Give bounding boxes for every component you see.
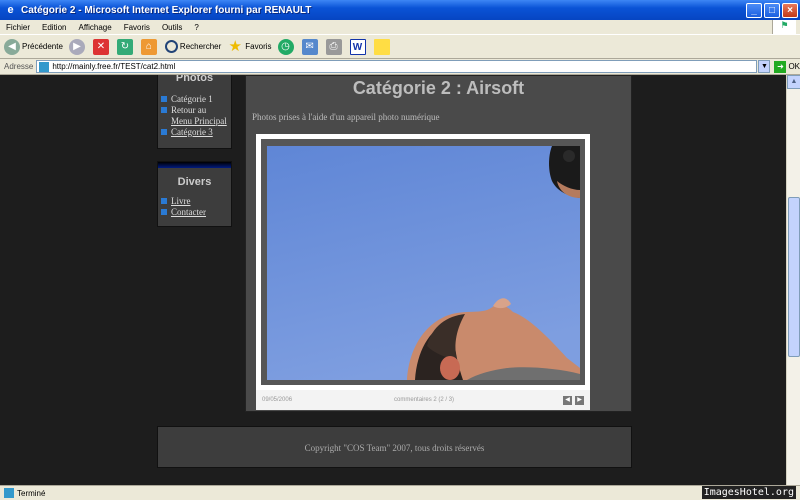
go-label: OK	[788, 62, 800, 71]
mail-icon: ✉	[301, 38, 318, 55]
back-label: Précédente	[22, 42, 63, 51]
browser-window: e Catégorie 2 - Microsoft Internet Explo…	[0, 0, 800, 500]
menu-help[interactable]: ?	[194, 23, 198, 32]
back-button[interactable]: ◀ Précédente	[4, 37, 63, 57]
window-title: Catégorie 2 - Microsoft Internet Explore…	[21, 4, 312, 16]
nav-item-categorie-3[interactable]: Catégorie 3	[161, 127, 231, 138]
history-icon: ◷	[277, 38, 294, 55]
status-text: Terminé	[17, 488, 46, 498]
menu-fichier[interactable]: Fichier	[6, 23, 30, 32]
favorites-button[interactable]: ★ Favoris	[227, 37, 272, 57]
refresh-icon: ↻	[116, 38, 133, 55]
refresh-button[interactable]: ↻	[116, 37, 135, 57]
stop-button[interactable]: ✕	[92, 37, 111, 57]
print-button[interactable]: ⎙	[325, 37, 344, 57]
sidebar-divers: Divers Livre Contacter	[157, 161, 232, 227]
bullet-spacer	[161, 118, 167, 124]
forward-button[interactable]: ▶	[68, 37, 87, 57]
search-icon	[164, 40, 178, 53]
home-icon: ⌂	[140, 38, 157, 55]
photo-counter: commentaires 2 (2 / 3)	[394, 397, 455, 403]
minimize-button[interactable]: _	[746, 2, 762, 18]
address-label: Adresse	[4, 62, 34, 71]
page-subtitle: Photos prises à l'aide d'un appareil pho…	[252, 112, 440, 122]
nav-item-label: Livre	[171, 196, 191, 206]
ie-logo-icon: e	[7, 3, 14, 16]
nav-item-livre[interactable]: Livre	[161, 196, 231, 207]
nav-item-contacter[interactable]: Contacter	[161, 207, 231, 218]
main-panel: Catégorie 2 : Airsoft Photos prises à l'…	[245, 75, 632, 412]
nav-item-label: Catégorie 3	[171, 127, 213, 137]
menu-edition[interactable]: Edition	[42, 23, 66, 32]
nav-item-menu-principal[interactable]: Menu Principal	[161, 116, 231, 127]
search-label: Rechercher	[179, 42, 222, 51]
stop-icon: ✕	[92, 38, 109, 55]
bullet-icon	[161, 129, 167, 135]
nav-item-label: Menu Principal	[171, 116, 227, 126]
menu-affichage[interactable]: Affichage	[78, 23, 111, 32]
menu-bar: Fichier Edition Affichage Favoris Outils…	[0, 20, 800, 34]
address-dropdown[interactable]: ▼	[758, 60, 771, 73]
menu-favoris[interactable]: Favoris	[124, 23, 150, 32]
photo-frame	[256, 134, 590, 390]
search-button[interactable]: Rechercher	[164, 37, 222, 57]
photo-caption-bar: 09/05/2006 commentaires 2 (2 / 3) ◀ ▶	[256, 390, 590, 410]
maximize-button[interactable]: □	[764, 2, 780, 18]
toolbar: ◀ Précédente ▶ ✕ ↻ ⌂ Rechercher ★ Favori…	[0, 34, 800, 59]
vertical-scrollbar[interactable]: ▲	[786, 75, 800, 485]
menu-outils[interactable]: Outils	[162, 23, 182, 32]
bullet-icon	[161, 107, 167, 113]
favorites-label: Favoris	[245, 42, 272, 51]
status-bar: Terminé ImagesHotel.org	[0, 485, 800, 500]
word-button[interactable]: W	[349, 37, 368, 57]
photo-date: 09/05/2006	[262, 397, 293, 403]
back-arrow-icon: ◀	[4, 38, 20, 55]
sidebar-divers-heading: Divers	[158, 168, 231, 196]
messenger-button[interactable]	[373, 37, 392, 57]
sidebar-photos-heading: Photos	[158, 75, 231, 94]
nav-item-label: Contacter	[171, 207, 206, 217]
address-url: http://mainly.free.fr/TEST/cat2.html	[52, 62, 176, 71]
title-bar: e Catégorie 2 - Microsoft Internet Explo…	[0, 0, 800, 20]
nav-item-label: Catégorie 1	[171, 94, 213, 104]
go-arrow-icon: ➜	[774, 60, 787, 73]
address-input[interactable]: http://mainly.free.fr/TEST/cat2.html	[36, 60, 758, 73]
bullet-icon	[161, 96, 167, 102]
previous-photo-button[interactable]: ◀	[563, 395, 572, 405]
page-viewport: Photos Catégorie 1 Retour au Menu Princi…	[0, 75, 786, 485]
watermark: ImagesHotel.org	[701, 486, 796, 499]
windows-flag-icon: ⚑	[772, 20, 796, 34]
bullet-icon	[161, 209, 167, 215]
bullet-icon	[161, 198, 167, 204]
word-icon: W	[349, 38, 366, 55]
page-footer: Copyright "COS Team" 2007, tous droits r…	[157, 426, 632, 468]
nav-item-categorie-1[interactable]: Catégorie 1	[161, 94, 231, 105]
history-button[interactable]: ◷	[277, 37, 296, 57]
sidebar-photos: Photos Catégorie 1 Retour au Menu Princi…	[157, 75, 232, 149]
star-icon: ★	[228, 37, 242, 55]
page-icon	[39, 61, 50, 72]
nav-item-retour[interactable]: Retour au	[161, 105, 231, 116]
printer-icon: ⎙	[325, 38, 342, 55]
photo-image	[267, 146, 580, 380]
scroll-up-arrow-icon[interactable]: ▲	[787, 75, 800, 89]
note-icon	[373, 38, 390, 55]
go-button[interactable]: ➜ OK	[774, 60, 800, 73]
home-button[interactable]: ⌂	[140, 37, 159, 57]
photo[interactable]	[267, 146, 580, 380]
address-bar: Adresse http://mainly.free.fr/TEST/cat2.…	[0, 59, 800, 75]
nav-item-label: Retour au	[171, 105, 207, 115]
photo-border	[261, 139, 585, 385]
mail-button[interactable]: ✉	[301, 37, 320, 57]
scroll-thumb[interactable]	[788, 197, 800, 357]
next-photo-button[interactable]: ▶	[575, 395, 584, 405]
close-button[interactable]: ×	[782, 2, 798, 18]
page-icon	[4, 488, 14, 498]
forward-arrow-icon: ▶	[68, 38, 85, 55]
page-title: Catégorie 2 : Airsoft	[352, 78, 525, 98]
